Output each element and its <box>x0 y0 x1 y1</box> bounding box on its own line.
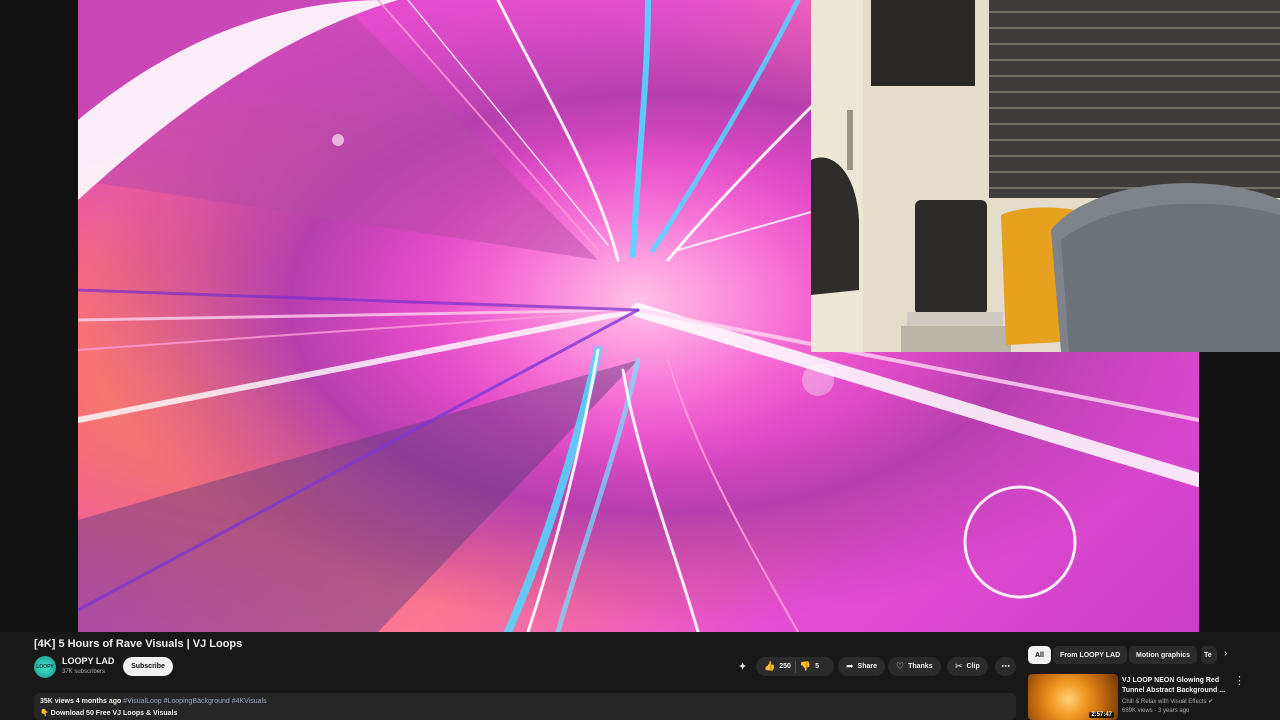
share-icon: ➦ <box>846 661 854 671</box>
dislike-count[interactable]: 5 <box>815 663 819 670</box>
subscriber-count: 37K subscribers <box>62 669 106 675</box>
scissors-icon: ✂ <box>955 661 963 671</box>
more-vertical-icon[interactable]: ⋮ <box>1234 674 1245 687</box>
channel-name[interactable]: LOOPY LAD <box>62 656 114 666</box>
thanks-icon: ♡ <box>896 661 905 671</box>
share-label: Share <box>857 663 878 670</box>
recommendation-channel[interactable]: Chill & Relax with Visual Effects ✔ <box>1122 698 1213 705</box>
hashtags[interactable]: #VisualLoop #LoopingBackground #4KVisual… <box>123 698 266 705</box>
webcam-scene <box>811 0 1280 352</box>
share-button[interactable]: ➦ Share <box>838 657 886 676</box>
chip-partial[interactable]: Te <box>1201 646 1217 664</box>
recommendation-title[interactable]: VJ LOOP NEON Glowing Red Tunnel Abstract… <box>1122 676 1232 696</box>
recommendation-views: 689K views · 3 years ago <box>1122 708 1190 714</box>
thanks-label: Thanks <box>908 663 933 670</box>
clip-label: Clip <box>966 663 980 670</box>
video-duration: 2:57:47 <box>1089 712 1114 718</box>
clip-button[interactable]: ✂ Clip <box>947 657 988 676</box>
thanks-button[interactable]: ♡ Thanks <box>888 657 941 676</box>
screen: [4K] 5 Hours of Rave Visuals | VJ Loops … <box>0 0 1280 720</box>
like-dislike-group: 👍 250 👎 5 <box>756 657 834 676</box>
chip-motion-graphics[interactable]: Motion graphics <box>1129 646 1198 664</box>
description-meta: 35K views 4 months ago #VisualLoop #Loop… <box>40 698 267 705</box>
more-horizontal-icon: ⋯ <box>1001 661 1010 671</box>
chevron-right-icon[interactable]: › <box>1224 648 1227 659</box>
chip-all[interactable]: All <box>1028 646 1051 664</box>
like-count[interactable]: 250 <box>779 663 791 670</box>
like-divider <box>794 660 796 673</box>
chip-from-channel[interactable]: From LOOPY LAD <box>1053 646 1128 664</box>
webcam-overlay <box>811 0 1280 352</box>
subscribe-button[interactable]: Subscribe <box>123 657 173 676</box>
view-date-text: 35K views 4 months ago <box>40 698 122 705</box>
recommendation-thumbnail[interactable]: 2:57:47 <box>1028 674 1118 720</box>
avatar-text: LOOPY <box>36 664 54 670</box>
video-title: [4K] 5 Hours of Rave Visuals | VJ Loops <box>34 638 243 650</box>
description-line: 👇 Download 50 Free VJ Loops & Visuals <box>40 710 178 717</box>
dislike-icon[interactable]: 👎 <box>800 662 811 671</box>
sparkle-icon[interactable]: ✦ <box>738 660 747 673</box>
more-actions-button[interactable]: ⋯ <box>995 657 1016 676</box>
like-icon[interactable]: 👍 <box>764 662 775 671</box>
channel-avatar[interactable]: LOOPY <box>34 656 56 678</box>
